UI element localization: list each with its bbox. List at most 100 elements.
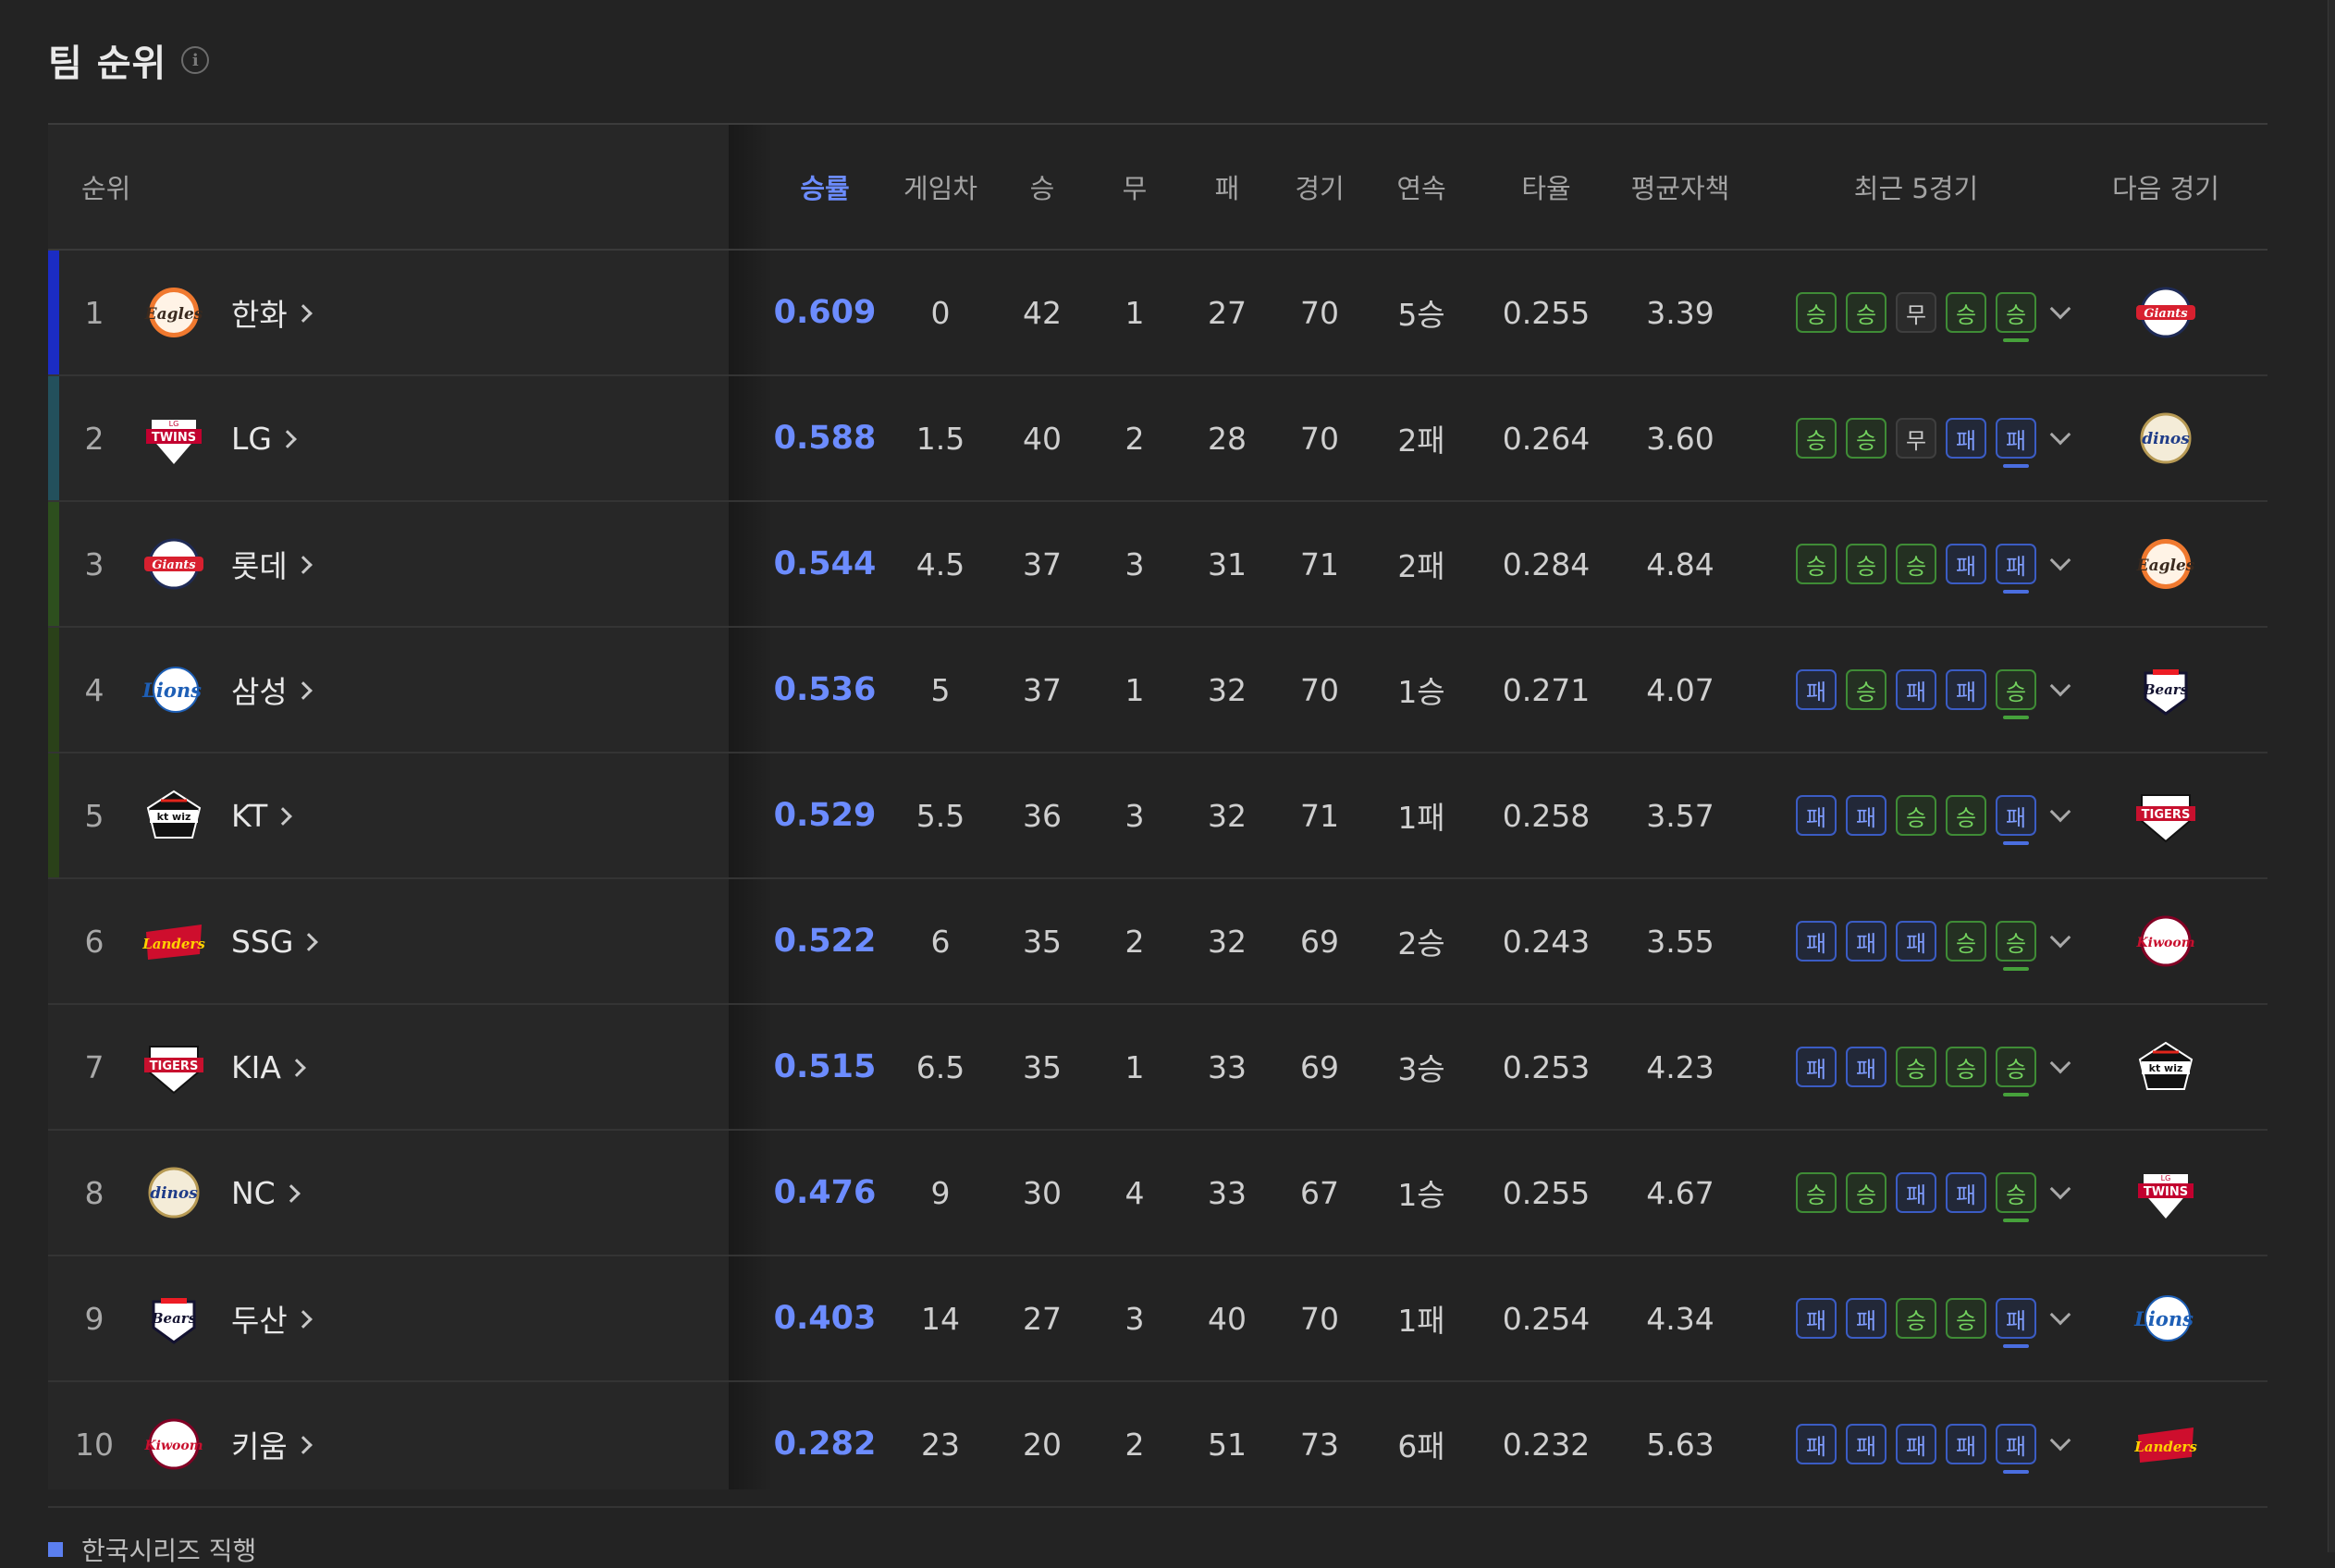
next-game-opponent[interactable]: dinos [2120,376,2212,500]
next-game-opponent[interactable]: Landers [2120,1382,2212,1506]
next-game-opponent[interactable]: Giants [2120,251,2212,374]
team-link[interactable]: TIGERS KIA [141,1005,695,1129]
game-result-chip[interactable]: 승 [1996,1047,2036,1096]
team-link[interactable]: Giants 롯데 [141,502,695,626]
info-icon[interactable]: i [181,46,210,74]
chevron-down-icon[interactable] [2049,423,2071,446]
col-games-behind[interactable]: 게임차 [890,125,991,249]
chevron-down-icon[interactable] [2049,549,2071,571]
chevron-down-icon[interactable] [2049,675,2071,697]
game-result-chip[interactable]: 패 [1796,1424,1837,1464]
team-link[interactable]: Bears 두산 [141,1256,695,1380]
game-result-chip[interactable]: 패 [1946,1424,1986,1464]
game-result-chip[interactable]: 패 [1996,1424,2036,1474]
col-losses[interactable]: 패 [1176,125,1278,249]
team-link[interactable]: Lions 삼성 [141,628,695,752]
game-result-chip[interactable]: 패 [1996,1298,2036,1348]
game-result-chip[interactable]: 승 [1846,669,1886,710]
table-row[interactable]: 2 TWINS LG LG 0.588 1.5 40 2 28 70 2패 0.264 3.60 승… [48,376,2267,502]
team-link[interactable]: dinos NC [141,1131,695,1255]
game-result-chip[interactable]: 승 [1796,1172,1837,1213]
col-games[interactable]: 경기 [1278,125,1361,249]
col-wins[interactable]: 승 [991,125,1093,249]
game-result-chip[interactable]: 패 [1796,669,1837,710]
game-result-chip[interactable]: 패 [1846,921,1886,962]
col-streak[interactable]: 연속 [1361,125,1481,249]
game-result-chip[interactable]: 승 [1796,544,1837,584]
team-link[interactable]: Kiwoom 키움 [141,1382,695,1506]
game-result-chip[interactable]: 승 [1946,1298,1986,1339]
game-result-chip[interactable]: 승 [1996,921,2036,971]
game-result-chip[interactable]: 패 [1896,1172,1936,1213]
table-row[interactable]: 5 kt wiz KT 0.529 5.5 36 3 32 71 1패 0.258 3.57 패 패… [48,753,2267,879]
table-row[interactable]: 7 TIGERS KIA 0.515 6.5 35 1 33 69 3승 0.253 4.23 패… [48,1005,2267,1131]
game-result-chip[interactable]: 패 [1996,418,2036,468]
game-result-chip[interactable]: 승 [1996,292,2036,342]
team-link[interactable]: Landers SSG [141,879,695,1003]
game-result-chip[interactable]: 승 [1996,669,2036,719]
chevron-down-icon[interactable] [2049,1429,2071,1452]
game-result-chip[interactable]: 패 [1896,1424,1936,1464]
next-game-opponent[interactable]: TIGERS [2120,753,2212,877]
game-result-chip[interactable]: 승 [1846,544,1886,584]
chevron-down-icon[interactable] [2049,1052,2071,1074]
table-row[interactable]: 9 Bears 두산 0.403 14 27 3 40 70 1패 0.254 4.34 패 패 승 승… [48,1256,2267,1382]
game-result-chip[interactable]: 패 [1946,669,1986,710]
game-result-chip[interactable]: 패 [1896,921,1936,962]
table-row[interactable]: 4 Lions 삼성 0.536 5 37 1 32 70 1승 0.271 4.07 패 승 패 패 승… [48,628,2267,753]
game-result-chip[interactable]: 패 [1796,921,1837,962]
next-game-opponent[interactable]: Eagles [2120,502,2212,626]
game-result-chip[interactable]: 패 [1946,1172,1986,1213]
game-result-chip[interactable]: 패 [1946,544,1986,584]
game-result-chip[interactable]: 패 [1796,795,1837,836]
game-result-chip[interactable]: 승 [1996,1172,2036,1222]
table-row[interactable]: 10 Kiwoom 키움 0.282 23 20 2 51 73 6패 0.232 5.63 패 패… [48,1382,2267,1508]
game-result-chip[interactable]: 패 [1896,669,1936,710]
table-row[interactable]: 8 dinos NC 0.476 9 30 4 33 67 1승 0.255 4.67 승 승 패 패 승… [48,1131,2267,1256]
next-game-opponent[interactable]: Lions [2120,1256,2212,1380]
game-result-chip[interactable]: 승 [1946,1047,1986,1087]
next-game-opponent[interactable]: Bears [2120,628,2212,752]
game-result-chip[interactable]: 패 [1796,1298,1837,1339]
game-result-chip[interactable]: 승 [1846,1172,1886,1213]
chevron-down-icon[interactable] [2049,801,2071,823]
table-row[interactable]: 1 Eagles 한화 0.609 0 42 1 27 70 5승 0.255 3.39 승 승 무 승… [48,251,2267,376]
game-result-chip[interactable]: 승 [1896,1047,1936,1087]
game-result-chip[interactable]: 승 [1946,795,1986,836]
chevron-down-icon[interactable] [2049,1304,2071,1326]
col-era[interactable]: 평균자책 [1611,125,1750,249]
game-result-chip[interactable]: 패 [1846,1424,1886,1464]
next-game-opponent[interactable]: Kiwoom [2120,879,2212,1003]
chevron-down-icon[interactable] [2049,298,2071,320]
game-result-chip[interactable]: 승 [1846,292,1886,333]
next-game-opponent[interactable]: TWINS LG [2120,1131,2212,1255]
game-result-chip[interactable]: 무 [1896,418,1936,459]
game-result-chip[interactable]: 패 [1846,1047,1886,1087]
game-result-chip[interactable]: 승 [1896,544,1936,584]
game-result-chip[interactable]: 승 [1896,1298,1936,1339]
game-result-chip[interactable]: 승 [1796,292,1837,333]
next-game-opponent[interactable]: kt wiz [2120,1005,2212,1129]
game-result-chip[interactable]: 패 [1996,795,2036,845]
table-row[interactable]: 6 Landers SSG 0.522 6 35 2 32 69 2승 0.243 3.55 패 패… [48,879,2267,1005]
team-link[interactable]: Eagles 한화 [141,251,695,374]
game-result-chip[interactable]: 승 [1796,418,1837,459]
game-result-chip[interactable]: 승 [1846,418,1886,459]
game-result-chip[interactable]: 무 [1896,292,1936,333]
scrollbar[interactable] [2328,0,2335,1552]
team-link[interactable]: TWINS LG LG [141,376,695,500]
table-row[interactable]: 3 Giants 롯데 0.544 4.5 37 3 31 71 2패 0.284 4.84 승 승… [48,502,2267,628]
game-result-chip[interactable]: 패 [1846,1298,1886,1339]
col-win-pct[interactable]: 승률 [760,125,890,249]
game-result-chip[interactable]: 패 [1946,418,1986,459]
game-result-chip[interactable]: 승 [1896,795,1936,836]
game-result-chip[interactable]: 승 [1946,921,1986,962]
game-result-chip[interactable]: 패 [1996,544,2036,594]
chevron-down-icon[interactable] [2049,1178,2071,1200]
game-result-chip[interactable]: 승 [1946,292,1986,333]
team-link[interactable]: kt wiz KT [141,753,695,877]
game-result-chip[interactable]: 패 [1796,1047,1837,1087]
chevron-down-icon[interactable] [2049,926,2071,949]
game-result-chip[interactable]: 패 [1846,795,1886,836]
col-batting-avg[interactable]: 타율 [1481,125,1611,249]
